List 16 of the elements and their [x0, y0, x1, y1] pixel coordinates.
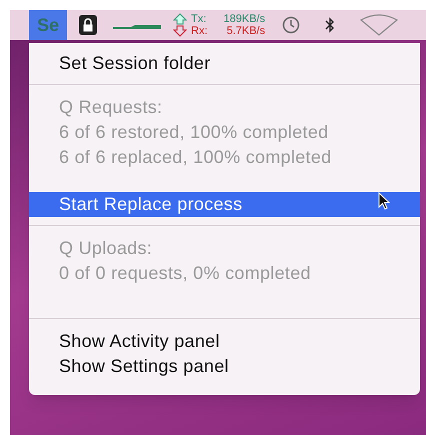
up-down-arrows-icon [173, 13, 188, 37]
menu-item: Q Requests: [58, 96, 164, 119]
tx-label: Tx: [191, 13, 208, 25]
menu-item: 6 of 6 replaced, 100% completed [58, 146, 332, 169]
menu-item[interactable]: Start Replace process [29, 192, 420, 217]
rx-rate: 5.7KB/s [226, 25, 266, 37]
menu-item[interactable]: Show Activity panel [29, 329, 420, 354]
menu-item: 6 of 6 restored, 100% completed [58, 121, 330, 144]
mouse-pointer-icon [378, 192, 390, 210]
menu-item[interactable]: Show Settings panel [29, 354, 420, 379]
menu-item: Q Uploads: [58, 237, 154, 260]
tx-rate: 189KB/s [224, 13, 266, 25]
network-traffic-meter[interactable]: Tx: Rx: 189KB/s 5.7KB/s [173, 13, 266, 37]
menu-item: 0 of 0 requests, 0% completed [58, 262, 312, 285]
rx-label: Rx: [191, 25, 208, 37]
menu-item[interactable]: Set Session folder [29, 51, 420, 76]
